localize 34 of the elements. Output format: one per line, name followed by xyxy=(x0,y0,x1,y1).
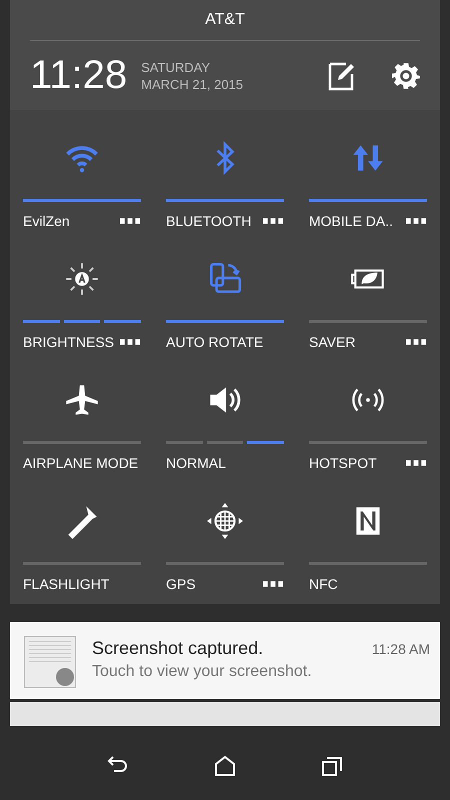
settings-icon[interactable] xyxy=(392,60,420,90)
more-icon[interactable] xyxy=(263,218,284,224)
recents-icon[interactable] xyxy=(320,754,344,778)
notification-time: 11:28 AM xyxy=(372,641,430,657)
tile-label[interactable]: NORMAL xyxy=(166,455,226,471)
tile-label[interactable]: GPS xyxy=(166,576,196,592)
screenshot-thumbnail xyxy=(24,636,76,688)
tile-label[interactable]: FLASHLIGHT xyxy=(23,576,110,592)
globe-icon[interactable] xyxy=(206,502,244,540)
sun-icon[interactable] xyxy=(63,260,101,298)
tile-label[interactable]: SAVER xyxy=(309,334,356,350)
tile-label[interactable]: BLUETOOTH xyxy=(166,213,252,229)
tile-label[interactable]: EvilZen xyxy=(23,213,70,229)
notification-text: Touch to view your screenshot. xyxy=(92,662,313,682)
notification-card[interactable]: Screenshot captured. Touch to view your screenshot. 11:28 AM xyxy=(10,622,440,699)
date: MARCH 21, 2015 xyxy=(141,76,244,92)
tile-label[interactable]: MOBILE DA.. xyxy=(309,213,394,229)
more-icon[interactable] xyxy=(406,339,427,345)
more-icon[interactable] xyxy=(120,218,141,224)
tile-label[interactable]: NFC xyxy=(309,576,338,592)
tile-label[interactable]: AIRPLANE MODE xyxy=(23,455,138,471)
tile-label[interactable]: AUTO ROTATE xyxy=(166,334,264,350)
more-icon[interactable] xyxy=(120,339,141,345)
more-icon[interactable] xyxy=(263,581,284,587)
edit-icon[interactable] xyxy=(328,60,356,90)
tile-label[interactable]: BRIGHTNESS xyxy=(23,334,114,350)
home-icon[interactable] xyxy=(212,754,237,778)
more-icon[interactable] xyxy=(406,218,427,224)
weekday: SATURDAY xyxy=(141,58,211,76)
tile-label[interactable]: HOTSPOT xyxy=(309,455,377,471)
carrier-name: AT&T xyxy=(30,0,420,41)
notification-title: Screenshot captured. xyxy=(92,637,264,660)
more-icon[interactable] xyxy=(406,460,427,466)
clock-time: 11:28 xyxy=(30,53,128,98)
